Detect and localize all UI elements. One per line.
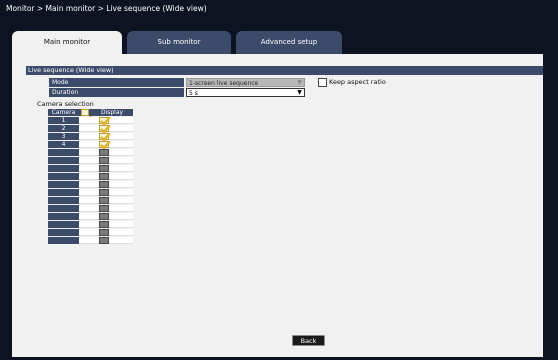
display-cell: [79, 221, 133, 228]
display-checkbox[interactable]: [99, 125, 111, 134]
display-cell: [79, 181, 133, 188]
camera-number: [48, 197, 79, 204]
keep-aspect-label: Keep aspect ratio: [329, 78, 386, 86]
camera-number: [48, 149, 79, 156]
duration-select[interactable]: 5 s ▼: [186, 88, 305, 97]
display-cell: [79, 205, 133, 212]
display-cell: [79, 141, 133, 150]
camera-number: 4: [48, 141, 79, 148]
display-column-header: Display: [91, 109, 133, 116]
breadcrumb: Monitor > Main monitor > Live sequence (…: [6, 4, 207, 13]
camera-number: [48, 157, 79, 164]
tab-bar: Main monitor Sub monitor Advanced setup: [12, 31, 543, 54]
back-button[interactable]: Back: [292, 335, 325, 346]
display-checkbox[interactable]: [99, 213, 109, 220]
section-title: Live sequence (Wide view): [26, 66, 543, 75]
display-cell: [79, 173, 133, 180]
display-checkbox[interactable]: [99, 229, 109, 236]
display-cell: [79, 157, 133, 164]
camera-number: [48, 165, 79, 172]
mode-label: Mode: [49, 78, 184, 87]
camera-number: [48, 213, 79, 220]
duration-label: Duration: [49, 88, 184, 97]
camera-number: [48, 205, 79, 212]
camera-number: [48, 237, 79, 244]
display-cell: [79, 165, 133, 172]
display-cell: [79, 229, 133, 236]
check-all-checkbox[interactable]: [81, 109, 92, 125]
display-cell: [79, 133, 133, 142]
check-all-cell: [79, 109, 92, 125]
camera-number: [48, 181, 79, 188]
keep-aspect-checkbox[interactable]: [318, 78, 327, 87]
tab-advanced-setup[interactable]: Advanced setup: [236, 31, 342, 54]
tab-sub-monitor[interactable]: Sub monitor: [127, 31, 231, 54]
chevron-down-icon: ▼: [297, 79, 302, 86]
camera-selection-label: Camera selection: [37, 100, 94, 108]
display-checkbox[interactable]: [99, 221, 109, 228]
camera-number: [48, 229, 79, 236]
camera-number: [48, 189, 79, 196]
display-cell: [79, 237, 133, 244]
mode-select: 1-screen live sequence ▼: [186, 78, 305, 87]
display-checkbox[interactable]: [99, 181, 109, 188]
settings-panel: Live sequence (Wide view) Mode 1-screen …: [12, 54, 543, 357]
display-checkbox[interactable]: [99, 205, 109, 212]
display-cell: [79, 149, 133, 156]
camera-number: [48, 221, 79, 228]
mode-value: 1-screen live sequence: [189, 80, 259, 87]
display-cell: [79, 125, 133, 134]
display-checkbox[interactable]: [99, 173, 109, 180]
chevron-down-icon: ▼: [297, 89, 302, 96]
duration-value: 5 s: [189, 90, 198, 97]
camera-number: 1: [48, 117, 79, 124]
display-checkbox[interactable]: [99, 189, 109, 196]
display-checkbox[interactable]: [99, 165, 109, 172]
display-checkbox[interactable]: [99, 197, 109, 204]
display-checkbox[interactable]: [99, 237, 109, 244]
tab-main-monitor[interactable]: Main monitor: [12, 31, 122, 54]
display-cell: [79, 213, 133, 220]
display-checkbox[interactable]: [99, 133, 111, 142]
display-checkbox[interactable]: [99, 117, 111, 126]
display-checkbox[interactable]: [99, 157, 109, 164]
camera-number: 3: [48, 133, 79, 140]
display-checkbox[interactable]: [99, 149, 109, 156]
camera-number: [48, 173, 79, 180]
display-cell: [79, 189, 133, 196]
display-cell: [79, 117, 133, 126]
camera-column-header: Camera: [48, 109, 79, 116]
display-checkbox[interactable]: [99, 141, 111, 150]
display-cell: [79, 197, 133, 204]
camera-number: 2: [48, 125, 79, 132]
